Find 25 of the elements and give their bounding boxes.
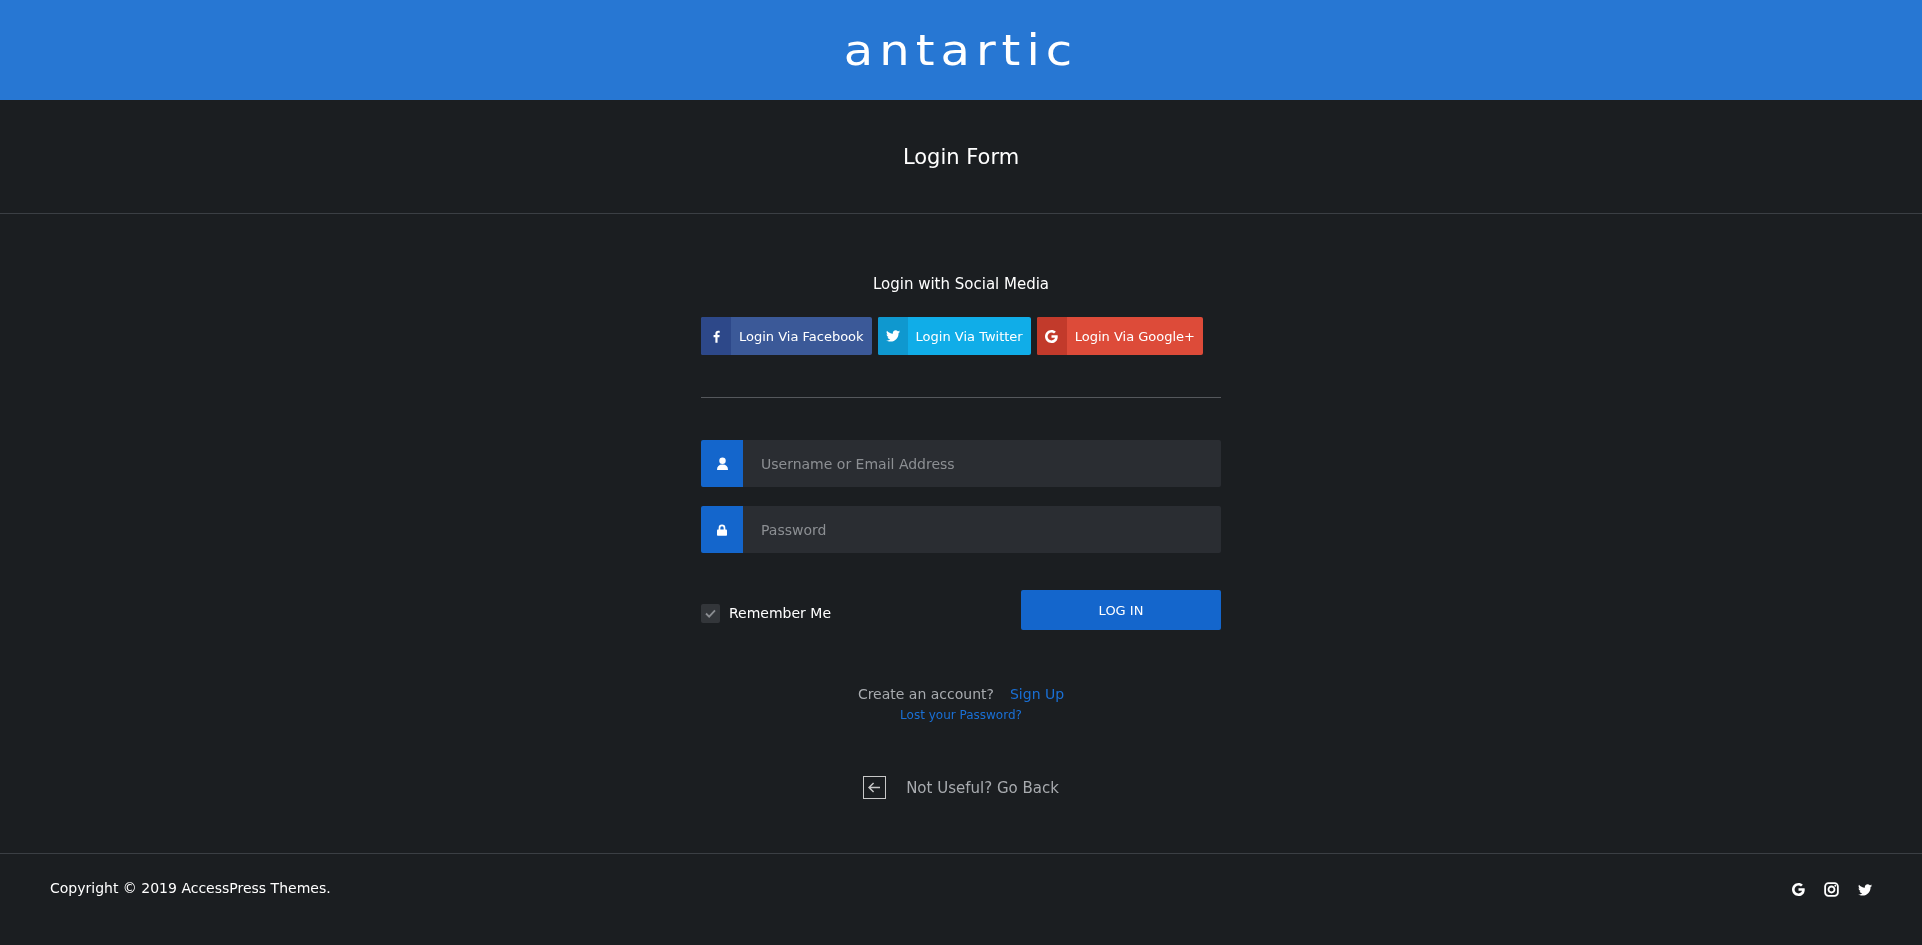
lost-password-link[interactable]: Lost your Password? (900, 708, 1022, 722)
login-button[interactable]: LOG IN (1021, 590, 1221, 630)
social-login-button[interactable]: Login Via Google+ (1036, 317, 1203, 355)
social-login-button[interactable]: Login Via Twitter (877, 317, 1031, 355)
bird-icon (1858, 882, 1872, 897)
google-icon (1792, 882, 1805, 897)
username-field[interactable]: Username or Email Address (743, 440, 1221, 487)
checkbox[interactable] (701, 603, 720, 623)
signup-prompt: Create an account? (857, 686, 994, 702)
instagram-icon (1824, 882, 1839, 897)
logo[interactable]: antartic (843, 24, 1079, 76)
checkmark-icon (705, 608, 716, 618)
social-login-button[interactable]: Login Via Facebook (701, 317, 872, 355)
checkbox-label: Remember Me (729, 605, 831, 621)
copyright-text: Copyright © 2019 AccessPress Themes. (50, 880, 331, 896)
signup-link[interactable]: Sign Up (1009, 686, 1065, 702)
go-back-link[interactable]: Not Useful? Go Back (906, 778, 1059, 797)
user-icon (716, 457, 728, 470)
password-field[interactable]: Password (743, 506, 1221, 553)
social-heading: Login with Social Media (871, 275, 1051, 293)
facebook-icon (712, 329, 720, 343)
google-icon (1045, 329, 1059, 343)
lock-icon (717, 523, 727, 536)
bird-icon (885, 330, 900, 342)
page-title: Login Form (902, 144, 1020, 169)
